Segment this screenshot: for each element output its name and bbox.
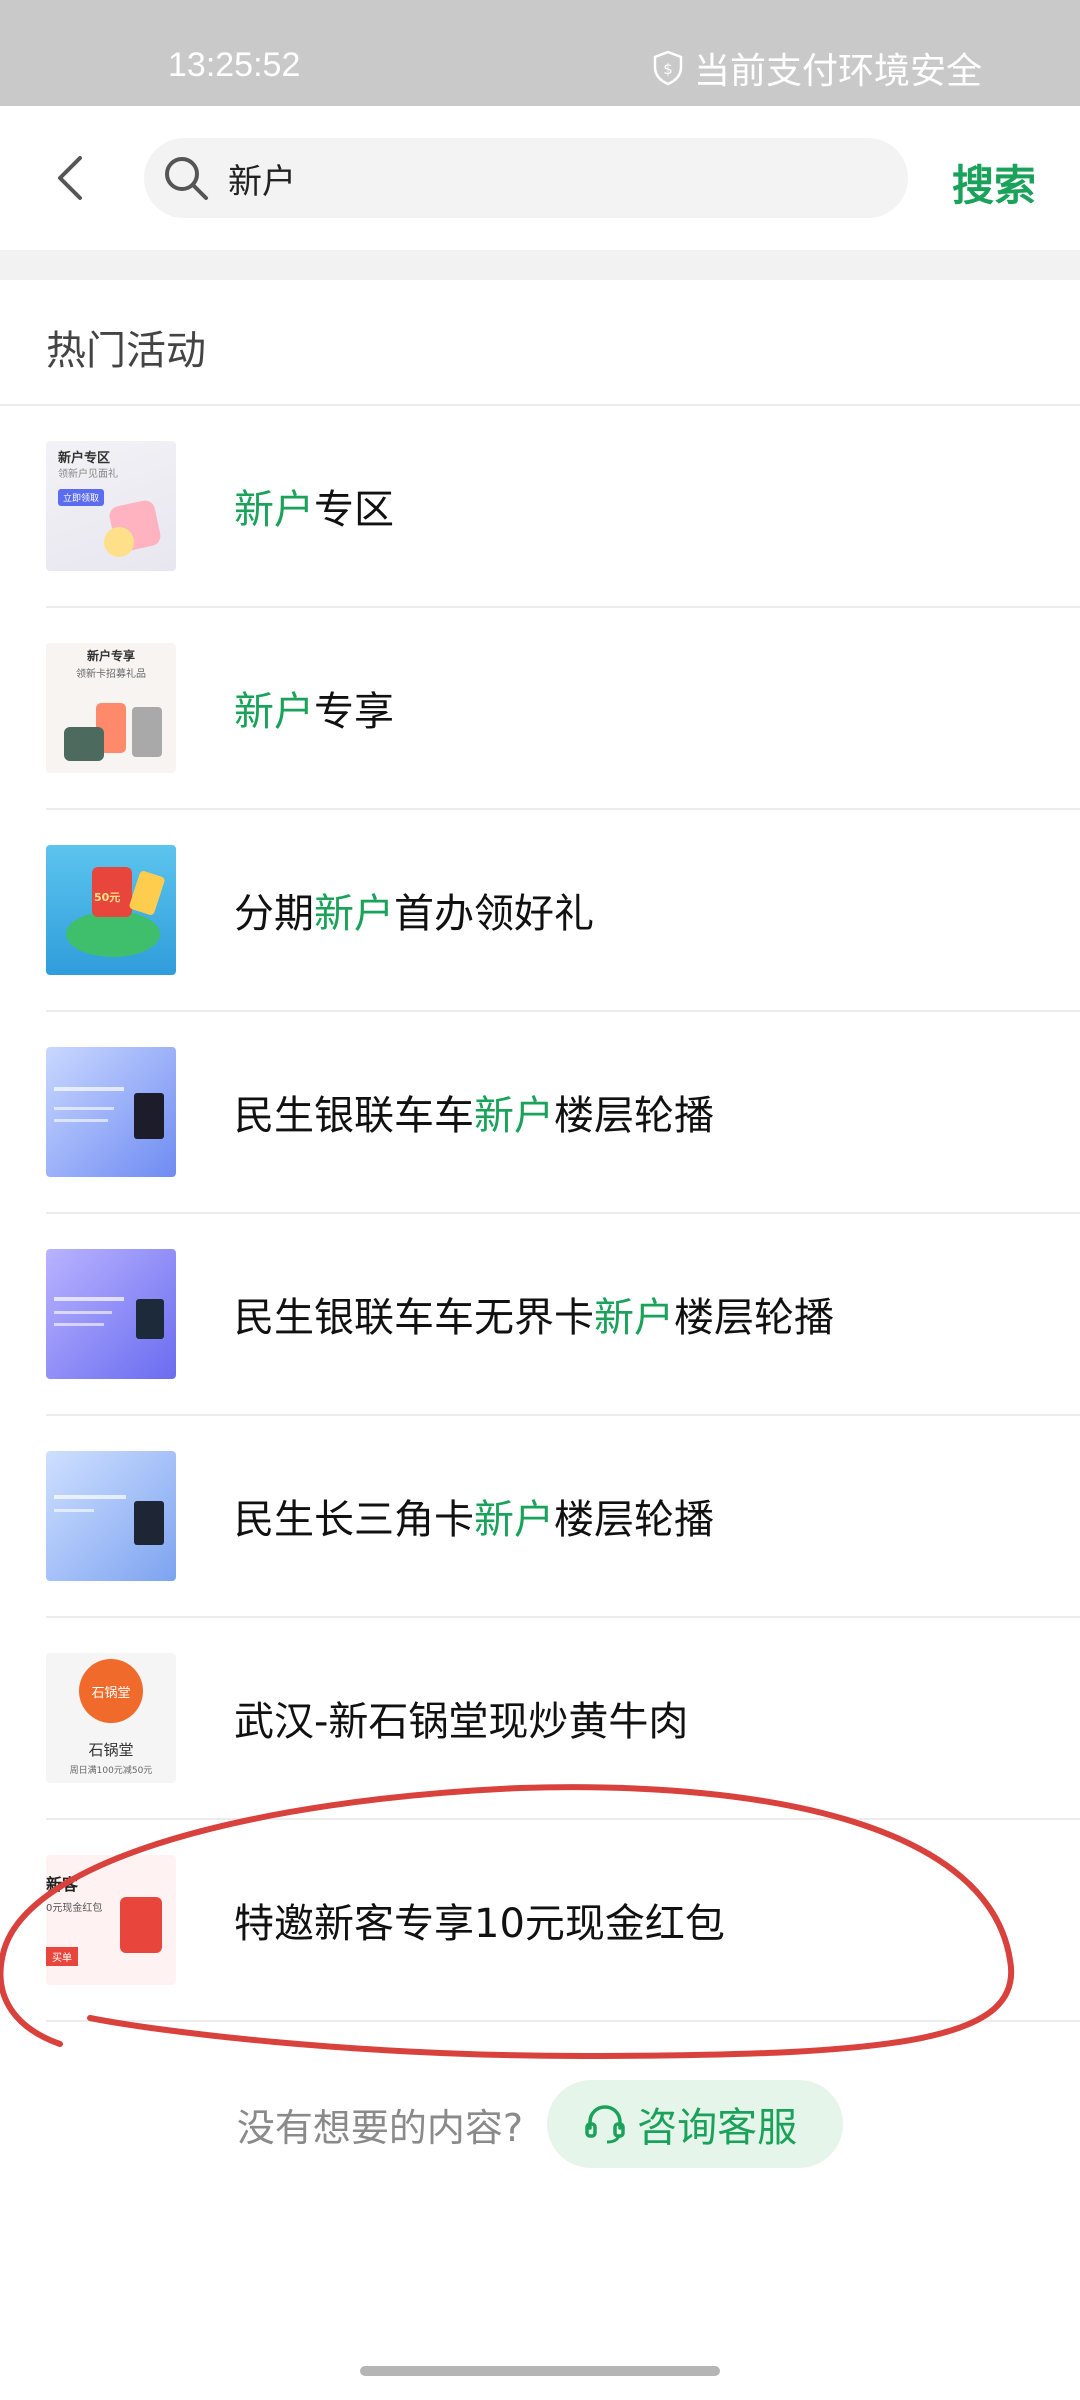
search-header: 新户 搜索: [0, 106, 1080, 250]
card-graphic: [136, 1299, 164, 1339]
search-icon: [165, 157, 208, 200]
thumb-subtitle: 周日满100元减50元: [69, 1766, 153, 1776]
section-gap: [0, 250, 1080, 280]
help-footer: 没有想要的内容? 咨询客服: [0, 2080, 1080, 2168]
thumb-value-label: 50元: [94, 891, 121, 904]
red-envelope-graphic: [120, 1897, 162, 1953]
thumb-subtitle: 领新卡招募礼品: [76, 669, 146, 680]
card-graphic: [134, 1093, 164, 1139]
luggage-graphic: [64, 727, 104, 761]
home-indicator[interactable]: [360, 2366, 720, 2376]
activity-thumbnail: 50元: [46, 845, 176, 975]
activity-thumbnail: 石锅堂 石锅堂 周日满100元减50元: [46, 1653, 176, 1783]
card-graphic: [134, 1501, 164, 1545]
list-item[interactable]: 民生银联车车新户楼层轮播: [46, 1012, 1080, 1214]
coffee-machine-graphic: [132, 707, 162, 757]
item-title: 武汉-新石锅堂现炒黄牛肉: [234, 1699, 689, 1745]
customer-service-button[interactable]: 咨询客服: [547, 2080, 844, 2168]
thumb-button-label: 买单: [46, 1947, 78, 1966]
thumb-title: 新户专享: [86, 649, 135, 663]
text-line-graphic: [54, 1297, 124, 1301]
coupon-graphic: [128, 869, 166, 917]
payment-security-indicator: $ 当前支付环境安全: [652, 42, 982, 94]
thumb-title: 新客: [46, 1875, 79, 1894]
text-line-graphic: [54, 1087, 124, 1091]
item-title: 新户专享: [234, 689, 394, 735]
status-time: 13:25:52: [168, 46, 301, 84]
activity-list: 新户专区 领新户见面礼 立即领取 新户专区 新户专享 领新卡招募礼品 新户专享 …: [0, 406, 1080, 2022]
back-arrow-icon[interactable]: [46, 152, 98, 204]
thumb-title: 新户专区: [58, 451, 111, 466]
item-title: 新户专区: [234, 487, 394, 533]
item-title: 民生银联车车新户楼层轮播: [234, 1093, 714, 1139]
item-title: 分期新户首办领好礼: [234, 891, 594, 937]
text-line-graphic: [54, 1119, 108, 1122]
thumb-subtitle: 领新户见面礼: [58, 469, 118, 480]
thumb-button-label: 立即领取: [58, 489, 105, 506]
activity-thumbnail: [46, 1249, 176, 1379]
search-input[interactable]: 新户: [144, 138, 908, 218]
list-item[interactable]: 民生银联车车无界卡新户楼层轮播: [46, 1214, 1080, 1416]
activity-thumbnail: [46, 1047, 176, 1177]
list-item[interactable]: 50元 分期新户首办领好礼: [46, 810, 1080, 1012]
list-item[interactable]: 新户专享 领新卡招募礼品 新户专享: [46, 608, 1080, 810]
text-line-graphic: [54, 1495, 126, 1499]
section-title: 热门活动: [46, 328, 206, 374]
text-line-graphic: [54, 1323, 104, 1326]
security-text: 当前支付环境安全: [693, 51, 982, 92]
text-line-graphic: [54, 1311, 112, 1314]
thumb-title: 石锅堂: [88, 1741, 134, 1759]
activity-thumbnail: 新客 0元现金红包 买单: [46, 1855, 176, 1985]
no-result-question: 没有想要的内容?: [236, 2105, 524, 2150]
list-item[interactable]: 新客 0元现金红包 买单 特邀新客专享10元现金红包: [46, 1820, 1080, 2022]
search-query[interactable]: 新户: [228, 154, 296, 203]
shield-icon: $: [653, 50, 683, 86]
text-line-graphic: [54, 1509, 94, 1512]
restaurant-logo: 石锅堂: [79, 1659, 143, 1723]
status-bar: 13:25:52 $ 当前支付环境安全: [0, 0, 1080, 106]
list-item[interactable]: 石锅堂 石锅堂 周日满100元减50元 武汉-新石锅堂现炒黄牛肉: [46, 1618, 1080, 1820]
search-button[interactable]: 搜索: [952, 152, 1036, 213]
activity-thumbnail: 新户专享 领新卡招募礼品: [46, 643, 176, 773]
svg-text:$: $: [663, 60, 673, 78]
text-line-graphic: [54, 1107, 114, 1110]
coin-graphic: [104, 527, 134, 557]
item-title: 民生银联车车无界卡新户楼层轮播: [234, 1295, 834, 1341]
list-item[interactable]: 民生长三角卡新户楼层轮播: [46, 1416, 1080, 1618]
activity-thumbnail: [46, 1451, 176, 1581]
headset-icon: [585, 2105, 625, 2144]
activity-thumbnail: 新户专区 领新户见面礼 立即领取: [46, 441, 176, 571]
customer-service-label: 咨询客服: [637, 2105, 798, 2151]
list-item[interactable]: 新户专区 领新户见面礼 立即领取 新户专区: [46, 406, 1080, 608]
item-title: 民生长三角卡新户楼层轮播: [234, 1497, 714, 1543]
item-title: 特邀新客专享10元现金红包: [234, 1901, 725, 1947]
thumb-subtitle: 0元现金红包: [46, 1903, 103, 1914]
basket-graphic: [66, 911, 160, 957]
